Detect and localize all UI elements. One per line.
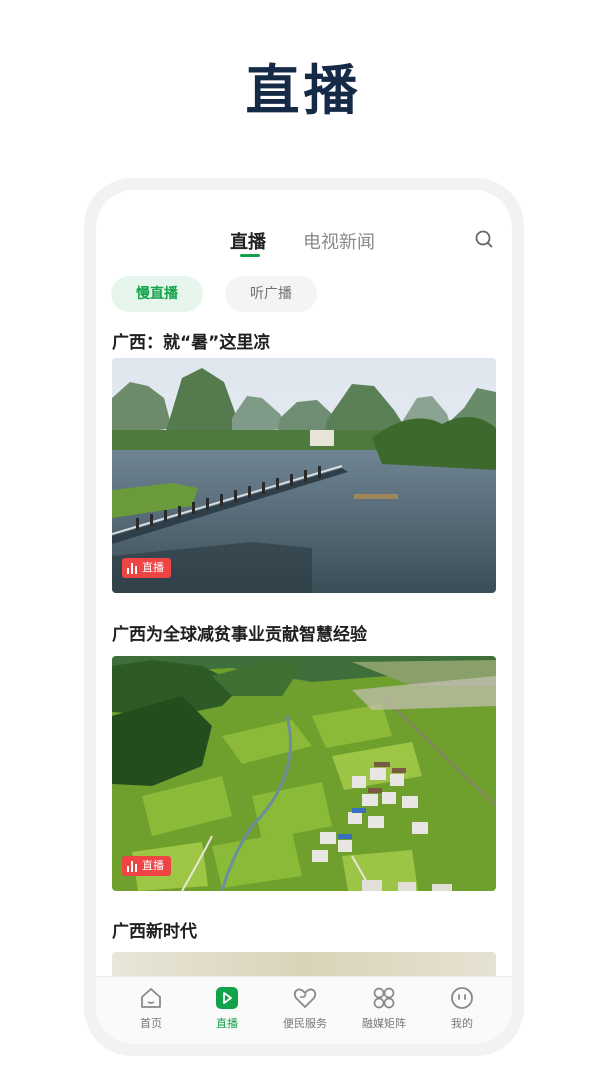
live-badge: 直播 xyxy=(122,856,171,876)
play-icon xyxy=(216,987,238,1009)
tab-tv-news[interactable]: 电视新闻 xyxy=(303,228,375,254)
phone-frame: 直播 电视新闻 慢直播 听广播 广西：就“暑”这里凉 直播 广西为全球减贫事业贡… xyxy=(84,178,524,1056)
live-bars-icon xyxy=(127,562,138,574)
bottom-tab-home[interactable]: 首页 xyxy=(116,985,186,1031)
bottom-tab-profile[interactable]: 我的 xyxy=(427,985,497,1031)
card-image-rice-fields[interactable]: 直播 xyxy=(112,656,496,891)
bottom-tab-label: 直播 xyxy=(216,1017,238,1030)
heart-service-icon xyxy=(293,988,317,1008)
page-hero-title: 直播 xyxy=(245,59,362,122)
active-tab-indicator xyxy=(240,254,260,257)
grid-icon xyxy=(373,987,395,1009)
filter-radio[interactable]: 听广播 xyxy=(225,276,317,312)
bottom-tab-label: 我的 xyxy=(451,1017,473,1030)
live-badge: 直播 xyxy=(122,558,171,578)
home-icon xyxy=(141,988,161,1008)
live-badge-label: 直播 xyxy=(142,561,164,574)
tab-live[interactable]: 直播 xyxy=(230,228,266,254)
bottom-tab-services[interactable]: 便民服务 xyxy=(270,985,340,1031)
bottom-tab-live[interactable]: 直播 xyxy=(192,985,262,1031)
bottom-tab-label: 便民服务 xyxy=(283,1017,327,1030)
card-title[interactable]: 广西新时代 xyxy=(112,917,197,942)
top-tab-bar: 直播 电视新闻 xyxy=(96,220,512,260)
bottom-tab-label: 融媒矩阵 xyxy=(362,1017,406,1030)
live-badge-label: 直播 xyxy=(142,859,164,872)
phone-screen: 直播 电视新闻 慢直播 听广播 广西：就“暑”这里凉 直播 广西为全球减贫事业贡… xyxy=(96,190,512,1044)
card-title[interactable]: 广西：就“暑”这里凉 xyxy=(112,328,270,353)
card-title[interactable]: 广西为全球减贫事业贡献智慧经验 xyxy=(112,620,367,645)
bottom-tab-media-matrix[interactable]: 融媒矩阵 xyxy=(349,985,419,1031)
search-icon[interactable] xyxy=(473,228,495,250)
live-bars-icon xyxy=(127,860,138,872)
card-image-karst-lake[interactable]: 直播 xyxy=(112,358,496,593)
bottom-tab-bar: 首页 直播 便民服务 融媒矩阵 我的 xyxy=(96,976,512,1044)
filter-slow-live[interactable]: 慢直播 xyxy=(111,276,203,312)
smiley-icon xyxy=(451,987,473,1009)
bottom-tab-label: 首页 xyxy=(140,1017,162,1030)
